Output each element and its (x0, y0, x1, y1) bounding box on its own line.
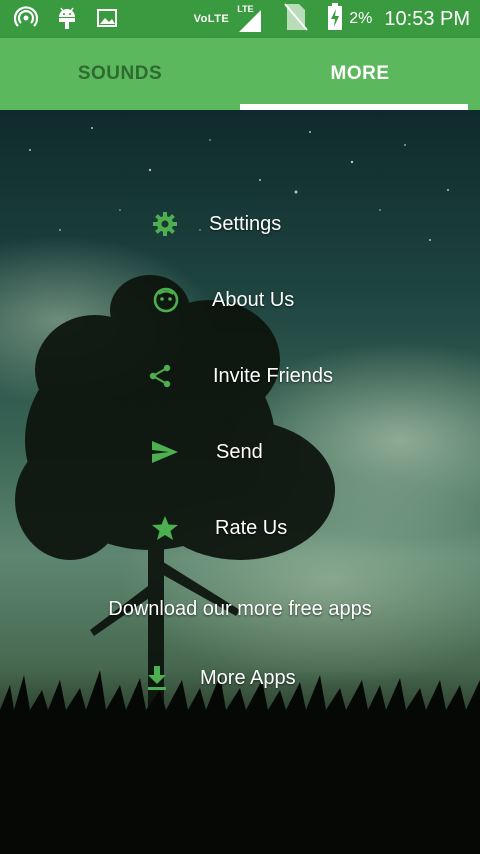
send-icon (150, 437, 180, 467)
tab-bar: SOUNDS MORE (0, 38, 480, 110)
menu-item-about-us[interactable]: About Us (151, 280, 294, 320)
image-icon (96, 7, 118, 29)
menu-label-more-apps: More Apps (200, 666, 296, 689)
hotspot-icon (14, 6, 38, 30)
share-icon (145, 361, 175, 391)
menu-item-send[interactable]: Send (150, 432, 263, 472)
gear-icon (150, 209, 180, 239)
status-bar: VoLTE LTE 2% 10:53 PM (0, 0, 480, 38)
system-indicators: VoLTE LTE 2% 10:53 PM (194, 0, 470, 38)
battery-charging-icon (327, 2, 343, 36)
face-icon (151, 285, 181, 315)
android-icon (56, 6, 78, 30)
download-icon (142, 663, 172, 693)
menu-label-rate-us: Rate Us (215, 516, 288, 539)
network-label: VoLTE (193, 13, 230, 25)
clock: 10:53 PM (384, 7, 470, 30)
menu-item-more-apps[interactable]: More Apps (142, 658, 296, 698)
menu-label-settings: Settings (209, 212, 282, 235)
menu-label-about-us: About Us (212, 288, 295, 311)
tab-more[interactable]: MORE (240, 38, 480, 110)
star-icon (150, 513, 180, 543)
no-sim-icon (283, 2, 309, 37)
menu-label-invite-friends: Invite Friends (213, 364, 334, 387)
tab-sounds[interactable]: SOUNDS (0, 38, 240, 110)
menu-item-invite-friends[interactable]: Invite Friends (145, 356, 333, 396)
signal-icon: LTE (237, 4, 263, 32)
menu-item-rate-us[interactable]: Rate Us (150, 508, 287, 548)
menu-item-settings[interactable]: Settings (150, 204, 281, 244)
notification-icons (14, 6, 118, 30)
menu-label-send: Send (216, 440, 263, 463)
battery-percent: 2% (349, 10, 373, 27)
download-more-apps-text: Download our more free apps (108, 598, 372, 620)
